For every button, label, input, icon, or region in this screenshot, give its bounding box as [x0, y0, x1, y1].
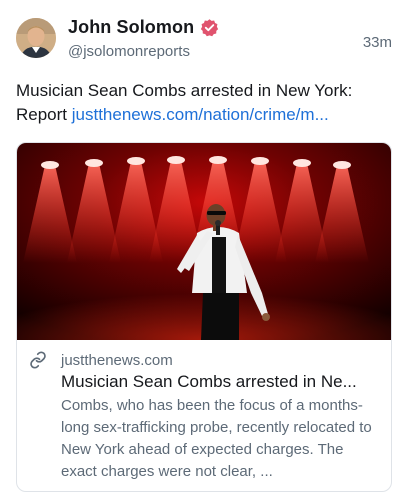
author-info: John Solomon: [68, 17, 219, 38]
avatar-image: [16, 18, 56, 58]
post-link[interactable]: justthenews.com/nation/crime/m...: [72, 105, 329, 124]
post-timestamp[interactable]: 33m: [363, 34, 392, 51]
verified-badge-icon: [201, 19, 219, 37]
card-domain: justthenews.com: [61, 351, 173, 369]
post-text: Musician Sean Combs arrested in New York…: [16, 79, 392, 127]
card-domain-row: justthenews.com: [29, 351, 173, 369]
author-name[interactable]: John Solomon: [68, 17, 194, 38]
social-post: John Solomon @jsolomonreports 33m Musici…: [0, 0, 408, 500]
card-thumbnail-image: [17, 143, 391, 340]
author-avatar[interactable]: [16, 18, 56, 58]
link-icon: [30, 351, 46, 369]
card-title: Musician Sean Combs arrested in Ne...: [61, 372, 357, 391]
author-handle[interactable]: @jsolomonreports: [68, 43, 190, 60]
link-preview-card[interactable]: justthenews.com Musician Sean Combs arre…: [16, 142, 392, 492]
card-description: Combs, who has been the focus of a month…: [61, 397, 372, 480]
